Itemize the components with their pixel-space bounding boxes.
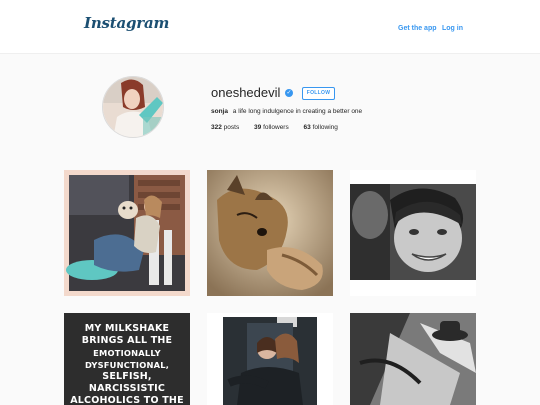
post-thumbnail[interactable] — [207, 170, 333, 296]
log-in-link[interactable]: Log in — [442, 25, 463, 32]
posts-count: 322 — [211, 124, 222, 131]
followers-label: followers — [263, 124, 289, 131]
meme-line: SELFISH, NARCISSISTIC — [88, 371, 166, 394]
post-thumbnail[interactable]: MY MILKSHAKE BRINGS ALL THE EMOTIONALLY … — [64, 313, 190, 405]
followers-count: 39 — [254, 124, 262, 131]
post-image — [350, 170, 476, 296]
profile-stats: 322 posts 39 followers 63 following — [211, 124, 351, 131]
meme-line: ALCOHOLICS TO THE YARD — [70, 395, 184, 405]
meme-line: MY MILKSHAKE — [84, 323, 170, 334]
meme-line: EMOTIONALLY DYSFUNCTIONAL, — [84, 348, 170, 370]
following-stat[interactable]: 63 following — [304, 124, 338, 131]
post-image — [350, 313, 476, 405]
post-thumbnail[interactable] — [64, 170, 190, 296]
meme-line: BRINGS ALL THE — [81, 335, 173, 346]
profile-username: oneshedevil — [211, 85, 281, 100]
get-the-app-link[interactable]: Get the app — [398, 25, 437, 32]
profile-bio: sonja a life long indulgence in creating… — [211, 108, 362, 115]
post-image — [207, 170, 333, 296]
instagram-logo[interactable]: Instagram — [84, 14, 169, 32]
followers-stat[interactable]: 39 followers — [254, 124, 289, 131]
profile-bio-text: a life long indulgence in creating a bet… — [232, 108, 363, 115]
posts-label: posts — [223, 124, 240, 131]
post-image — [64, 170, 190, 296]
verified-badge-icon: ✓ — [285, 89, 293, 97]
post-thumbnail[interactable] — [350, 170, 476, 296]
avatar-image — [103, 77, 163, 137]
following-label: following — [312, 124, 338, 131]
post-image — [207, 313, 333, 405]
following-count: 63 — [303, 124, 311, 131]
meme-caption: MY MILKSHAKE BRINGS ALL THE EMOTIONALLY … — [64, 323, 190, 405]
top-navigation-bar: Instagram Get the app Log in — [0, 0, 540, 54]
follow-button[interactable]: FOLLOW — [302, 87, 335, 100]
profile-display-name: sonja — [211, 108, 228, 115]
profile-avatar[interactable] — [102, 76, 164, 138]
post-thumbnail[interactable] — [350, 313, 476, 405]
post-thumbnail[interactable] — [207, 313, 333, 405]
posts-stat: 322 posts — [211, 124, 239, 131]
